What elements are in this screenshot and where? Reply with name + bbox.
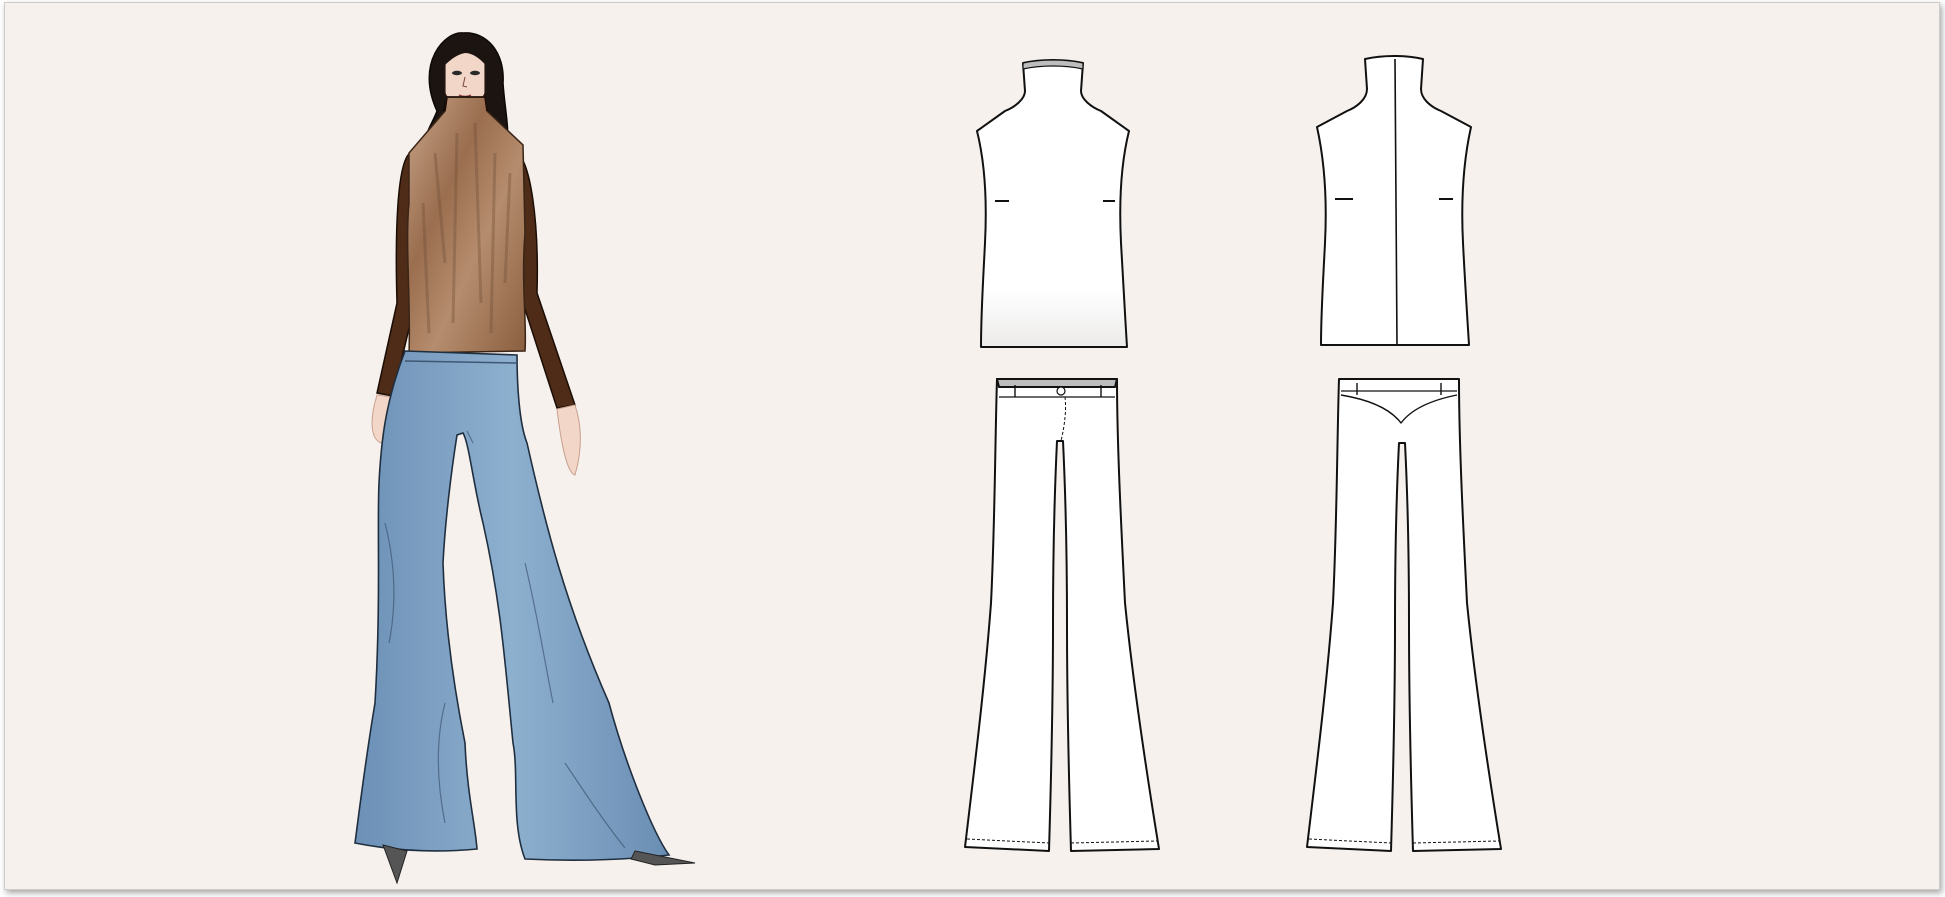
- fashion-illustration: [354, 32, 696, 885]
- design-canvas: [354, 32, 1502, 885]
- flat-sketches: [964, 55, 1502, 852]
- design-board: [4, 2, 1940, 890]
- left-shoe: [382, 844, 408, 885]
- flare-pants-front-icon: [964, 378, 1160, 852]
- flared-jeans: [354, 350, 671, 861]
- right-hand: [556, 404, 581, 476]
- right-eye: [470, 70, 480, 76]
- flare-pants-back-icon: [1306, 378, 1502, 852]
- left-eye: [452, 70, 462, 76]
- turtleneck-back-icon: [1316, 55, 1472, 346]
- turtleneck-front-icon: [976, 59, 1130, 348]
